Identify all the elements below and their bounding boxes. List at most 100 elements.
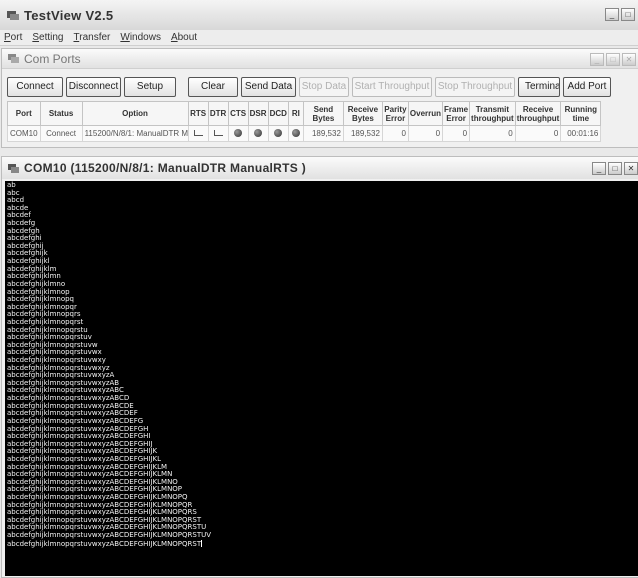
cts-led-icon <box>234 128 243 137</box>
terminal-line: abcdefghijklmn <box>7 273 638 281</box>
cell-receive-throughput: 0 <box>514 125 562 142</box>
minimize-button[interactable]: _ <box>590 53 604 66</box>
col-running-time[interactable]: Running time <box>560 101 602 126</box>
col-dcd[interactable]: DCD <box>267 101 289 126</box>
close-button[interactable]: ✕ <box>622 53 636 66</box>
terminal-line: abcdefghij <box>7 242 638 251</box>
terminal-title: COM10 (115200/N/8/1: ManualDTR ManualRTS… <box>24 161 307 175</box>
terminal-line: ab <box>7 181 638 190</box>
terminal-line: abcdefghijklmnop <box>7 288 638 297</box>
cell-frame-error: 0 <box>442 125 471 142</box>
cell-option: 115200/N/8/1: ManualDTR Ma <box>81 125 189 142</box>
cell-status: Connect <box>39 125 83 142</box>
cell-send-bytes: 189,532 <box>302 125 344 142</box>
col-status[interactable]: Status <box>39 101 83 126</box>
terminal-button[interactable]: Terminal <box>518 76 560 97</box>
terminal-line: abcdefghijklmnopqrstuvwxyzABCDEFGHIJKLMN… <box>7 539 638 548</box>
cell-port: COM10 <box>7 125 41 142</box>
col-frame-error[interactable]: Frame Error <box>442 101 471 126</box>
rts-signal-icon <box>193 130 203 136</box>
terminal-line: abcd <box>7 196 638 205</box>
terminal-line: abcdefghijk <box>7 250 638 258</box>
ports-table: Port Status Option RTS DTR CTS DSR DCD R… <box>7 101 602 142</box>
close-button[interactable]: ✕ <box>624 162 638 175</box>
cell-cts <box>227 125 249 142</box>
terminal-line: abcdefghijkl <box>7 257 638 266</box>
menu-setting[interactable]: Setting <box>32 32 63 43</box>
menu-transfer[interactable]: Transfer <box>73 32 110 43</box>
col-cts[interactable]: CTS <box>227 101 249 126</box>
maximize-button[interactable]: □ <box>621 8 635 21</box>
clear-button[interactable]: Clear <box>188 76 238 97</box>
terminal-line: abcdefghijklmnopq <box>7 295 638 304</box>
minimize-button[interactable]: _ <box>592 162 606 175</box>
col-option[interactable]: Option <box>81 101 189 126</box>
dsr-led-icon <box>254 128 263 137</box>
cell-overrun: 0 <box>407 125 444 142</box>
terminal-line: abcdefghijklmno <box>7 280 638 289</box>
start-throughput-button[interactable]: Start Throughput <box>352 76 432 97</box>
disconnect-button[interactable]: Disconnect <box>66 76 121 97</box>
menu-about[interactable]: About <box>171 32 197 43</box>
com-ports-title: Com Ports <box>24 51 81 66</box>
col-transmit-throughput[interactable]: Transmit throughput <box>469 101 516 126</box>
terminal-output[interactable]: ab abc abcd abcde abcdef abcdefg abcdefgh abcde… <box>5 181 638 576</box>
col-dtr[interactable]: DTR <box>207 101 229 126</box>
app-title: TestView V2.5 <box>24 7 114 23</box>
col-dsr[interactable]: DSR <box>247 101 269 126</box>
stop-throughput-button[interactable]: Stop Throughput <box>435 76 515 97</box>
com-ports-window-controls: _ □ ✕ <box>590 53 636 66</box>
terminal-line-text: abcdefghijklmnopqrstuvwxyzABCDEFGHIJKLMN… <box>7 531 212 540</box>
add-port-button[interactable]: Add Port <box>563 76 611 97</box>
com-ports-titlebar[interactable]: Com Ports _ □ ✕ <box>2 49 638 69</box>
col-parity-error[interactable]: Parity Error <box>381 101 409 126</box>
cell-dtr <box>207 125 229 142</box>
stop-data-button[interactable]: Stop Data <box>299 76 349 97</box>
cell-transmit-throughput: 0 <box>469 125 516 142</box>
menu-port[interactable]: Port <box>4 32 22 43</box>
cell-rts <box>187 125 209 142</box>
ports-table-header: Port Status Option RTS DTR CTS DSR DCD R… <box>7 101 602 126</box>
col-port[interactable]: Port <box>7 101 41 126</box>
terminal-line: abcdefghijklmnopqrstuvwxyzABCDEFGHIJKLMN… <box>7 531 638 540</box>
terminal-line: abcdef <box>7 212 638 220</box>
col-receive-bytes[interactable]: Receive Bytes <box>342 101 383 126</box>
maximize-button[interactable]: □ <box>608 162 622 175</box>
text-cursor <box>201 539 203 547</box>
app-window-controls: _ □ <box>605 8 635 21</box>
send-data-button[interactable]: Send Data <box>241 76 296 97</box>
terminal-line: abcdefghijklmnopqr <box>7 303 638 312</box>
window-icon <box>7 163 20 174</box>
terminal-line: abcdefghijklmnopqrstu <box>7 326 638 335</box>
connect-button[interactable]: Connect <box>7 76 63 97</box>
minimize-button[interactable]: _ <box>605 8 619 21</box>
cell-ri <box>287 125 304 142</box>
terminal-line-text: abcdefghijklmnopqrstuvwxyzABCDEFGHIJKLMN… <box>7 539 202 548</box>
maximize-button[interactable]: □ <box>606 53 620 66</box>
col-send-bytes[interactable]: Send Bytes <box>302 101 344 126</box>
com-ports-window: Com Ports _ □ ✕ Connect Disconnect Setup… <box>1 48 638 148</box>
terminal-line: abcdefgh <box>7 227 638 236</box>
dcd-led-icon <box>274 128 283 137</box>
cell-receive-bytes: 189,532 <box>342 125 383 142</box>
ri-led-icon <box>291 128 300 137</box>
app-icon <box>6 9 20 21</box>
menu-bar: Port Setting Transfer Windows About <box>0 30 638 46</box>
window-icon <box>7 53 20 64</box>
menu-windows[interactable]: Windows <box>120 32 161 43</box>
cell-running-time: 00:01:16 <box>560 125 602 142</box>
col-ri[interactable]: RI <box>287 101 304 126</box>
col-receive-throughput[interactable]: Receive throughput <box>514 101 562 126</box>
terminal-line: abc <box>7 189 638 198</box>
setup-button[interactable]: Setup <box>124 76 176 97</box>
cell-parity-error: 0 <box>381 125 409 142</box>
cell-dsr <box>247 125 269 142</box>
col-rts[interactable]: RTS <box>187 101 209 126</box>
table-row[interactable]: COM10 Connect 115200/N/8/1: ManualDTR Ma… <box>7 125 602 142</box>
terminal-window-controls: _ □ ✕ <box>592 162 638 175</box>
dtr-signal-icon <box>213 130 223 136</box>
terminal-line: abcdefghijklmnopqrst <box>7 318 638 327</box>
terminal-titlebar[interactable]: COM10 (115200/N/8/1: ManualDTR ManualRTS… <box>2 157 638 179</box>
terminal-window: COM10 (115200/N/8/1: ManualDTR ManualRTS… <box>1 156 638 578</box>
col-overrun[interactable]: Overrun <box>407 101 444 126</box>
